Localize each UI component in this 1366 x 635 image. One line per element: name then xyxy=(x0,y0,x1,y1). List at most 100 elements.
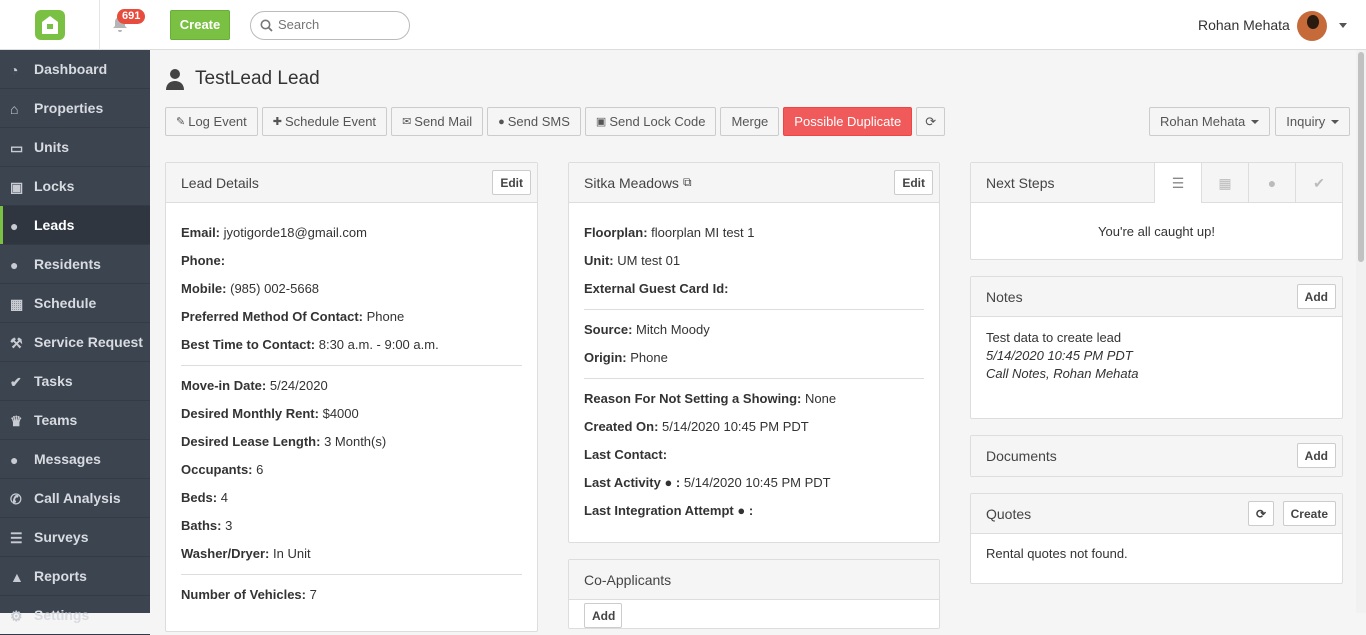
external-link-icon[interactable]: ⧉ xyxy=(683,175,692,190)
send-mail-button[interactable]: ✉ Send Mail xyxy=(391,107,484,136)
search-icon xyxy=(260,19,273,32)
sidebar-item-settings[interactable]: ⚙ Settings xyxy=(0,596,150,635)
btc-row: Best Time to Contact: 8:30 a.m. - 9:00 a… xyxy=(181,337,439,352)
notes-header: Notes Add xyxy=(971,277,1342,317)
panel-title: Next Steps xyxy=(986,174,1055,191)
calendar-tab[interactable]: ▦ xyxy=(1201,163,1248,203)
messages-tab[interactable]: ● xyxy=(1248,163,1295,203)
list-icon: ☰ xyxy=(1171,174,1185,191)
add-co-applicant-button[interactable]: Add xyxy=(584,603,622,628)
sidebar-item-label: Units xyxy=(34,139,69,155)
vehicles-row: Number of Vehicles: 7 xyxy=(181,587,317,602)
quotes-empty: Rental quotes not found. xyxy=(986,546,1128,561)
sidebar-item-residents[interactable]: ● Residents xyxy=(0,245,150,284)
sidebar-item-dashboard[interactable]: ◔ Dashboard xyxy=(0,50,150,89)
last-contact-row: Last Contact: xyxy=(584,447,668,462)
chart-icon: ▲ xyxy=(10,569,24,585)
sidebar-item-label: Locks xyxy=(34,178,75,194)
users-icon: ● xyxy=(10,257,19,273)
edit-property-button[interactable]: Edit xyxy=(894,170,933,195)
refresh-quotes-button[interactable]: ⟳ xyxy=(1247,501,1274,526)
sidebar-item-reports[interactable]: ▲ Reports xyxy=(0,557,150,596)
sidebar-item-label: Settings xyxy=(34,607,90,623)
created-row: Created On: 5/14/2020 10:45 PM PDT xyxy=(584,419,809,434)
sidebar-item-label: Service Request xyxy=(34,334,143,350)
property-header: Sitka Meadows ⧉ Edit xyxy=(569,163,939,203)
user-name[interactable]: Rohan Mehata xyxy=(1198,17,1290,33)
add-note-button[interactable]: Add xyxy=(1296,284,1336,309)
log-event-button[interactable]: ✎ Log Event xyxy=(165,107,258,136)
sidebar-item-label: Teams xyxy=(34,412,78,428)
divider xyxy=(181,365,522,366)
sidebar-item-label: Dashboard xyxy=(34,61,108,77)
check-icon: ✔ xyxy=(10,374,22,390)
avatar[interactable] xyxy=(1297,11,1327,41)
refresh-icon: ⟳ xyxy=(1255,506,1266,521)
wrench-icon: ⚒ xyxy=(10,335,23,351)
sliders-icon: ☰ xyxy=(10,530,23,546)
check-icon: ✔ xyxy=(1313,174,1325,191)
home-icon: ⌂ xyxy=(10,101,19,117)
panel-title: Quotes xyxy=(986,505,1032,522)
chevron-down-icon[interactable] xyxy=(1339,23,1347,28)
refresh-button[interactable]: ⟳ xyxy=(916,107,946,136)
sidebar-item-call-analysis[interactable]: ✆ Call Analysis xyxy=(0,479,150,518)
sidebar-item-messages[interactable]: ● Messages xyxy=(0,440,150,479)
phone-row: Phone: xyxy=(181,253,226,268)
phone-icon: ✆ xyxy=(10,491,22,507)
sidebar-item-label: Call Analysis xyxy=(34,490,121,506)
action-toolbar: ✎ Log Event ✚ Schedule Event ✉ Send Mail ● S… xyxy=(165,107,946,136)
comments-icon: ● xyxy=(1267,175,1277,191)
quotes-panel: Quotes ⟳ Create Rental quotes not found. xyxy=(970,493,1343,584)
users-icon: ● xyxy=(10,218,19,234)
last-activity-row: Last Activity ● : 5/14/2020 10:45 PM PDT xyxy=(584,475,831,490)
rent-row: Desired Monthly Rent: $4000 xyxy=(181,406,359,421)
sidebar-item-label: Reports xyxy=(34,568,87,584)
app-logo[interactable] xyxy=(35,10,65,40)
search-input[interactable] xyxy=(278,17,398,32)
scrollbar-thumb[interactable] xyxy=(1358,52,1364,262)
dashboard-icon: ◔ xyxy=(10,62,19,78)
possible-duplicate-button[interactable]: Possible Duplicate xyxy=(783,107,913,136)
add-document-button[interactable]: Add xyxy=(1296,443,1336,468)
calendar-icon: ▦ xyxy=(1218,174,1232,191)
agent-dropdown[interactable]: Rohan Mehata xyxy=(1149,107,1271,136)
notifications-badge[interactable]: 691 xyxy=(117,9,146,24)
sidebar-item-units[interactable]: ▭ Units xyxy=(0,128,150,167)
list-tab[interactable]: ☰ xyxy=(1154,163,1201,203)
send-sms-label: Send SMS xyxy=(507,114,570,129)
user-icon xyxy=(166,69,184,90)
email-value[interactable]: jyotigorde18@gmail.com xyxy=(224,225,367,240)
search-box xyxy=(250,11,410,40)
sidebar-item-service-request[interactable]: ⚒ Service Request xyxy=(0,323,150,362)
divider xyxy=(584,378,924,379)
status-dropdown[interactable]: Inquiry xyxy=(1275,107,1351,136)
merge-button[interactable]: Merge xyxy=(720,107,780,136)
next-steps-tabs: ☰ ▦ ● ✔ xyxy=(1154,163,1342,203)
sidebar-item-surveys[interactable]: ☰ Surveys xyxy=(0,518,150,557)
comments-icon: ● xyxy=(10,452,19,468)
send-sms-button[interactable]: ● Send SMS xyxy=(487,107,581,136)
create-button[interactable]: Create xyxy=(170,10,230,40)
schedule-event-button[interactable]: ✚ Schedule Event xyxy=(261,107,388,136)
sidebar-item-leads[interactable]: ● Leads xyxy=(0,206,150,245)
sidebar-item-tasks[interactable]: ✔ Tasks xyxy=(0,362,150,401)
edit-lead-button[interactable]: Edit xyxy=(492,170,531,195)
completed-tab[interactable]: ✔ xyxy=(1295,163,1342,203)
sidebar-item-properties[interactable]: ⌂ Properties xyxy=(0,89,150,128)
sidebar-item-teams[interactable]: ♛ Teams xyxy=(0,401,150,440)
send-lock-code-button[interactable]: ▣ Send Lock Code xyxy=(584,107,717,136)
egc-row: External Guest Card Id: xyxy=(584,281,729,296)
sidebar-item-label: Residents xyxy=(34,256,101,272)
sidebar-item-label: Surveys xyxy=(34,529,89,545)
refresh-icon: ⟳ xyxy=(925,113,937,129)
note-meta: Call Notes, Rohan Mehata xyxy=(986,366,1139,381)
send-mail-label: Send Mail xyxy=(414,114,473,129)
sidebar-item-schedule[interactable]: ▦ Schedule xyxy=(0,284,150,323)
property-title[interactable]: Sitka Meadows xyxy=(584,175,679,191)
caret-down-icon xyxy=(1251,119,1260,124)
sidebar-item-label: Properties xyxy=(34,100,104,116)
create-quote-button[interactable]: Create xyxy=(1282,501,1336,526)
page-scrollbar[interactable] xyxy=(1356,50,1366,613)
sidebar-item-locks[interactable]: ▣ Locks xyxy=(0,167,150,206)
